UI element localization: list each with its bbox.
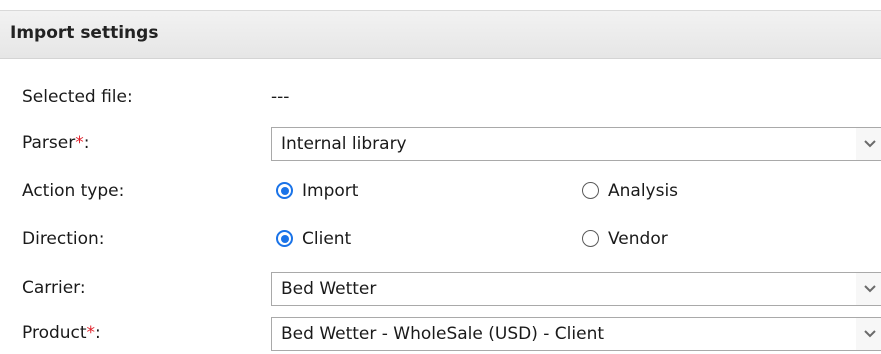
radio-unchecked-icon[interactable]	[582, 230, 599, 247]
chevron-down-icon	[864, 330, 876, 338]
carrier-select[interactable]: Bed Wetter	[271, 272, 881, 306]
action-type-label: Action type:	[22, 181, 125, 201]
parser-label: Parser*:	[22, 133, 90, 153]
carrier-row: Carrier: Bed Wetter	[0, 269, 881, 309]
required-mark: *	[86, 323, 96, 343]
carrier-dropdown-button[interactable]	[856, 273, 881, 305]
radio-checked-icon[interactable]	[276, 230, 293, 247]
chevron-down-icon	[864, 285, 876, 293]
parser-select-value: Internal library	[281, 134, 407, 154]
product-select[interactable]: Bed Wetter - WholeSale (USD) - Client	[271, 317, 881, 351]
radio-unchecked-icon[interactable]	[582, 182, 599, 199]
required-mark: *	[75, 133, 84, 153]
direction-label: Direction:	[22, 229, 105, 249]
chevron-down-icon	[864, 140, 876, 148]
direction-row: Direction: Client Vendor	[0, 220, 881, 260]
direction-vendor-label[interactable]: Vendor	[608, 229, 668, 249]
product-dropdown-button[interactable]	[856, 318, 881, 350]
product-row: Product*: Bed Wetter - WholeSale (USD) -…	[0, 314, 881, 354]
carrier-label: Carrier:	[22, 278, 86, 298]
product-label: Product*:	[22, 323, 101, 343]
parser-dropdown-button[interactable]	[856, 128, 881, 160]
panel-title: Import settings	[10, 23, 159, 43]
selected-file-label: Selected file:	[22, 87, 133, 107]
direction-client-label[interactable]: Client	[302, 229, 351, 249]
parser-select[interactable]: Internal library	[271, 127, 881, 161]
parser-row: Parser*: Internal library	[0, 124, 881, 164]
radio-checked-icon[interactable]	[276, 182, 293, 199]
action-type-import-label[interactable]: Import	[302, 181, 358, 201]
product-select-value: Bed Wetter - WholeSale (USD) - Client	[281, 324, 605, 344]
selected-file-row: Selected file: ---	[0, 78, 881, 118]
action-type-analysis-label[interactable]: Analysis	[608, 181, 678, 201]
panel-header: Import settings	[0, 10, 881, 59]
carrier-select-value: Bed Wetter	[281, 279, 377, 299]
action-type-row: Action type: Import Analysis	[0, 172, 881, 212]
selected-file-value: ---	[271, 87, 290, 107]
